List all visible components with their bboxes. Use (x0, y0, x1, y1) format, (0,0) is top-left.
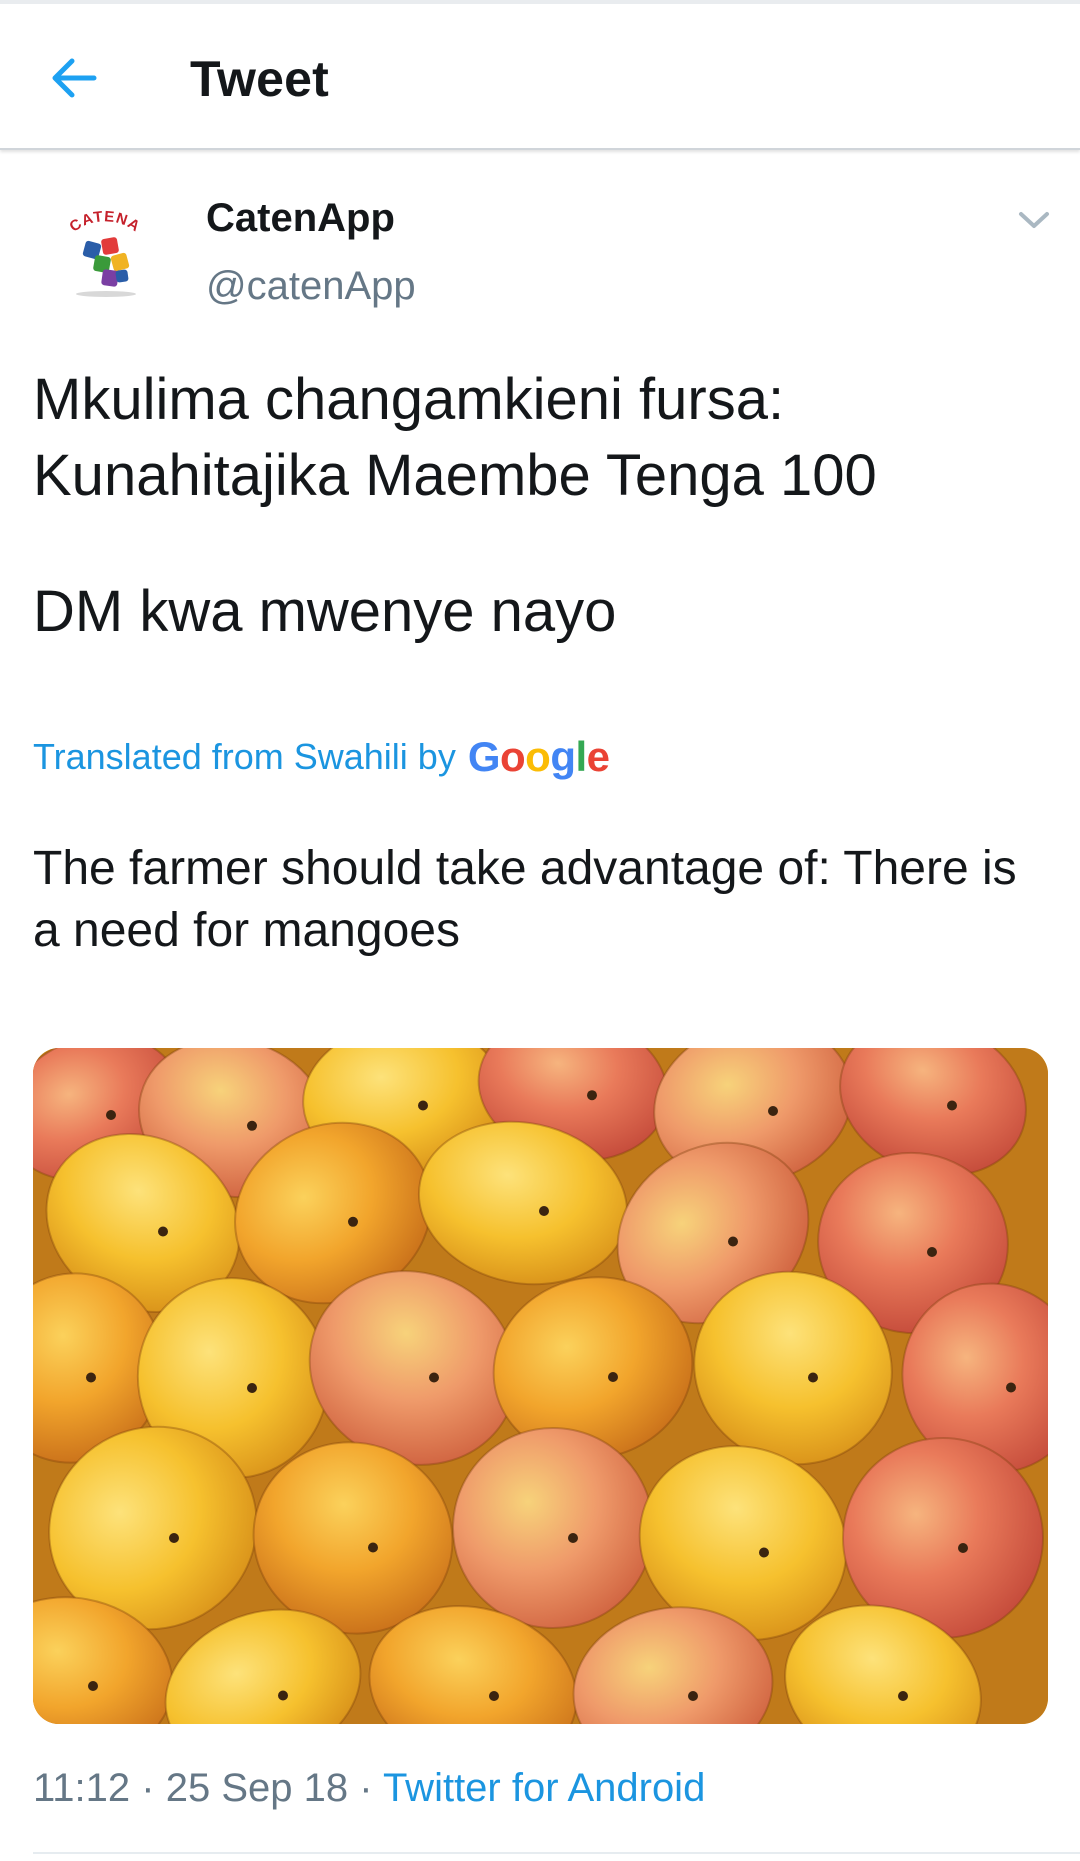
author-display-name[interactable]: CatenApp (206, 196, 395, 241)
tweet-line: DM kwa mwenye nayo (33, 579, 617, 644)
mango-stem-dot (348, 1216, 358, 1227)
mango-stem-dot (418, 1100, 428, 1111)
mango-stem-dot (958, 1543, 968, 1553)
tweet-detail-screen: Tweet CATENA CatenApp @catenApp Mkulima … (0, 0, 1080, 1861)
arrow-left-icon (52, 58, 97, 98)
mango-stem-dot (947, 1100, 957, 1111)
chevron-down-icon (1019, 212, 1049, 228)
mango-stem-dot (539, 1206, 549, 1216)
mango-stem-dot (608, 1372, 618, 1382)
back-button[interactable] (36, 40, 112, 116)
mango-stem-dot (808, 1372, 818, 1383)
mango-stem-dot (86, 1372, 96, 1383)
mango-stem-dot (429, 1372, 439, 1383)
google-letter: G (467, 733, 501, 780)
photo-of-mangoes (33, 1048, 1048, 1724)
mango-stem-dot (898, 1691, 908, 1701)
mango-stem-dot (158, 1226, 168, 1237)
mango-stem-dot (169, 1533, 179, 1543)
mango-stem-dot (489, 1691, 499, 1701)
mango-stem-dot (587, 1090, 597, 1101)
mango-stem-dot (927, 1247, 937, 1257)
mango-stem-dot (728, 1236, 738, 1247)
tweet-line: Kunahitajika Maembe Tenga 100 (33, 443, 877, 508)
mango-stem-dot (568, 1533, 578, 1543)
mango-stem-dot (88, 1681, 98, 1691)
translation-text: The farmer should take advantage of: The… (33, 842, 1017, 957)
google-logo: Google (468, 733, 610, 781)
mango-stem-dot (278, 1690, 288, 1701)
avatar[interactable]: CATENA (50, 196, 160, 306)
google-letter: o (525, 733, 551, 780)
tweet-text: Mkulima changamkieni fursa: Kunahitajika… (33, 362, 1043, 650)
tweet-menu-button[interactable] (1010, 200, 1058, 240)
mango-stem-dot (106, 1110, 116, 1120)
status-divider (0, 0, 1080, 4)
mango-stem-dot (768, 1106, 778, 1116)
translated-by-link[interactable]: Translated from Swahili by Google (33, 733, 610, 781)
tweet-line: Mkulima changamkieni fursa: (33, 367, 785, 432)
author-handle[interactable]: @catenApp (206, 264, 416, 309)
translated-label: Translated from Swahili by (33, 736, 456, 777)
meta-separator: · (359, 1766, 373, 1810)
mango-stem-dot (247, 1120, 257, 1131)
mango-stem-dot (688, 1691, 698, 1701)
tweet-photo[interactable] (33, 1048, 1048, 1724)
meta-separator: · (141, 1766, 155, 1810)
divider (33, 1852, 1080, 1854)
tweet-source-link[interactable]: Twitter for Android (383, 1766, 705, 1810)
tweet-time: 11:12 (33, 1766, 131, 1810)
google-letter: g (550, 733, 576, 780)
mango-stem-dot (759, 1547, 769, 1558)
catena-logo: CATENA (50, 196, 160, 306)
google-letter: o (500, 733, 526, 780)
google-letter: e (586, 733, 610, 780)
top-app-bar: Tweet (0, 0, 1080, 150)
mango-stem-dot (368, 1542, 378, 1553)
mango-stem-dot (1006, 1382, 1016, 1393)
google-letter: l (575, 733, 587, 780)
mango-stem-dot (247, 1383, 257, 1393)
page-title: Tweet (190, 51, 329, 107)
tweet-meta: 11:12 · 25 Sep 18 · Twitter for Android (33, 1766, 705, 1811)
tweet-date: 25 Sep 18 (165, 1766, 349, 1810)
